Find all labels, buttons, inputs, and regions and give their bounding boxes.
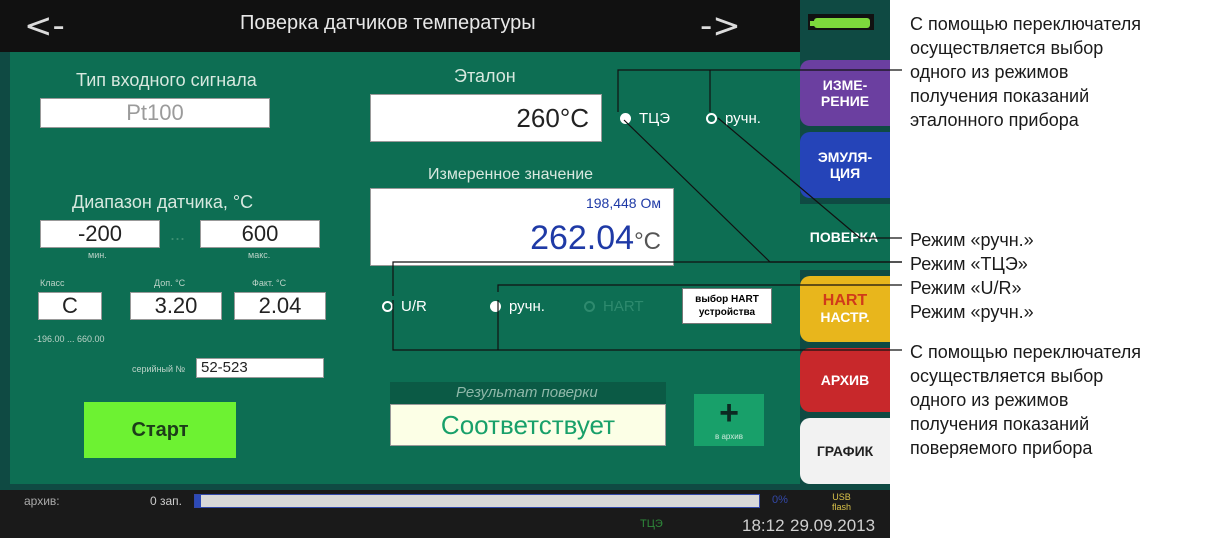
annotation-manual-etalon: Режим «ручн.» <box>910 230 1034 250</box>
annotation-line: поверяемого прибора <box>910 438 1093 458</box>
annotation-line: одного из режимов <box>910 390 1069 410</box>
annotation-line: С помощью переключателя <box>910 342 1141 362</box>
annotation-tce: Режим «ТЦЭ» <box>910 254 1028 274</box>
annotation-line: получения показаний <box>910 414 1090 434</box>
annotation-manual-measured: Режим «ручн.» <box>910 302 1034 322</box>
annotation-line: получения показаний <box>910 86 1090 106</box>
annotation-measure-switch: С помощью переключателя осуществляется в… <box>910 340 1141 460</box>
annotation-line: С помощью переключателя <box>910 14 1141 34</box>
annotation-line: осуществляется выбор <box>910 38 1104 58</box>
annotation-line: одного из режимов <box>910 62 1069 82</box>
annotation-line: осуществляется выбор <box>910 366 1104 386</box>
annotation-etalon-switch: С помощью переключателя осуществляется в… <box>910 12 1141 132</box>
annotation-line: эталонного прибора <box>910 110 1079 130</box>
annotation-ur: Режим «U/R» <box>910 278 1022 298</box>
